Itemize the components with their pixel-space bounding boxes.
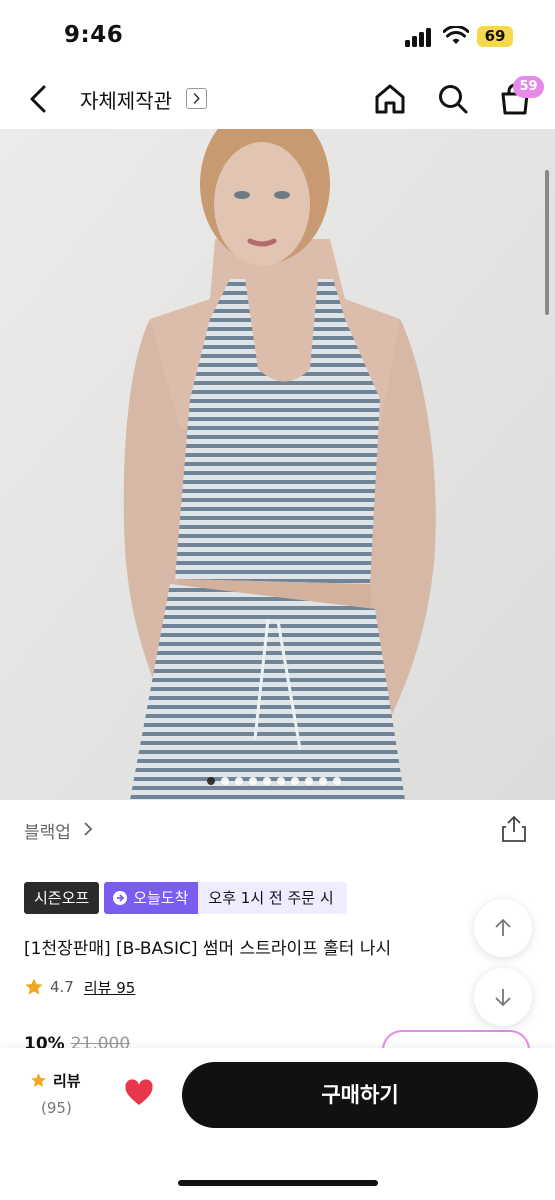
- gallery-dot[interactable]: [305, 777, 313, 785]
- battery-indicator: 69: [477, 26, 513, 47]
- gallery-dot[interactable]: [221, 777, 229, 785]
- bottom-review-label: 리뷰: [53, 1072, 81, 1090]
- cart-count-badge: 59: [513, 76, 544, 98]
- image-scrollbar: [545, 170, 549, 315]
- season-off-badge: 시즌오프: [24, 882, 100, 914]
- gallery-dot[interactable]: [207, 777, 215, 785]
- cellular-signal-icon: [405, 27, 435, 47]
- star-icon: [31, 1073, 46, 1087]
- arrow-down-icon: [495, 989, 511, 1007]
- status-time: 9:46: [64, 22, 124, 48]
- home-indicator: [178, 1180, 378, 1186]
- gallery-dot[interactable]: [277, 777, 285, 785]
- scroll-up-button[interactable]: [474, 899, 532, 957]
- today-delivery-label: 오늘도착: [133, 889, 189, 907]
- product-tags: 시즌오프 오늘도착 오후 1시 전 주문 시: [24, 882, 347, 914]
- gallery-pagination-dots[interactable]: [207, 777, 341, 785]
- brand-link[interactable]: 블랙업: [24, 818, 71, 843]
- product-photo-illustration: [0, 129, 555, 800]
- product-image[interactable]: [0, 129, 555, 800]
- heart-icon[interactable]: [124, 1079, 154, 1107]
- chevron-right-icon[interactable]: [81, 820, 95, 838]
- status-bar: 9:46 69: [0, 0, 555, 70]
- star-icon: [25, 978, 43, 995]
- delivery-arrow-icon: [113, 891, 128, 905]
- share-icon[interactable]: [501, 815, 527, 843]
- wifi-icon: [443, 26, 469, 44]
- gallery-dot[interactable]: [235, 777, 243, 785]
- rating-score: 4.7: [50, 978, 74, 996]
- delivery-cutoff-note: 오후 1시 전 주문 시: [198, 882, 347, 914]
- buy-button[interactable]: 구매하기: [182, 1062, 538, 1128]
- scroll-down-button[interactable]: [474, 968, 532, 1026]
- gallery-dot[interactable]: [319, 777, 327, 785]
- product-rating: 4.7 리뷰 95: [24, 976, 135, 998]
- back-arrow-icon[interactable]: [24, 82, 54, 116]
- gallery-dot[interactable]: [291, 777, 299, 785]
- gallery-dot[interactable]: [249, 777, 257, 785]
- gallery-dot[interactable]: [333, 777, 341, 785]
- top-nav-bar: 자체제작관: [0, 70, 555, 128]
- arrow-up-icon: [495, 918, 511, 936]
- today-delivery-badge: 오늘도착 오후 1시 전 주문 시: [104, 882, 347, 914]
- bottom-review-count: (95): [41, 1099, 72, 1117]
- gallery-dot[interactable]: [263, 777, 271, 785]
- product-title: [1천장판매] [B-BASIC] 썸머 스트라이프 홀터 나시: [24, 939, 392, 959]
- page-title[interactable]: 자체제작관: [80, 85, 172, 114]
- reviews-link[interactable]: 리뷰 95: [84, 977, 135, 998]
- chevron-right-icon[interactable]: [186, 88, 207, 109]
- bottom-review-button[interactable]: 리뷰: [30, 1070, 81, 1091]
- search-icon[interactable]: [436, 82, 470, 116]
- home-icon[interactable]: [373, 82, 407, 116]
